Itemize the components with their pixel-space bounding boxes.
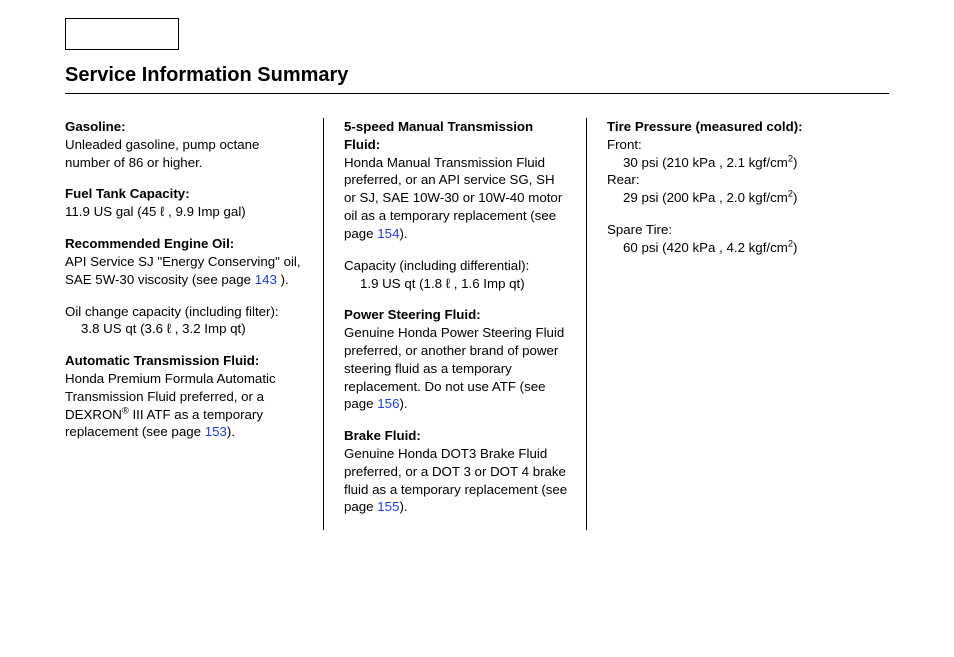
columns: Gasoline: Unleaded gasoline, pump octane… bbox=[65, 118, 889, 530]
psf-page-link[interactable]: 156 bbox=[377, 396, 399, 411]
atf-section: Automatic Transmission Fluid: Honda Prem… bbox=[65, 352, 301, 441]
page-title: Service Information Summary bbox=[65, 64, 889, 87]
mtf-section: 5-speed Manual Transmission Fluid: Honda… bbox=[344, 118, 568, 243]
spare-value: 60 psi (420 kPa , 4.2 kgf/cm2) bbox=[607, 240, 797, 255]
engine-oil-section: Recommended Engine Oil: API Service SJ "… bbox=[65, 235, 301, 288]
gasoline-section: Gasoline: Unleaded gasoline, pump octane… bbox=[65, 118, 301, 171]
column-1: Gasoline: Unleaded gasoline, pump octane… bbox=[65, 118, 323, 530]
close-paren: ) bbox=[793, 155, 797, 170]
tire-pressure-heading: Tire Pressure (measured cold): bbox=[607, 119, 803, 134]
rear-value-text: 29 psi (200 kPa , 2.0 kgf/cm bbox=[623, 190, 788, 205]
spare-value-text: 60 psi (420 kPa , 4.2 kgf/cm bbox=[623, 240, 788, 255]
rear-label: Rear: bbox=[607, 172, 640, 187]
brake-body-2: ). bbox=[399, 499, 407, 514]
mtf-capacity-value: 1.9 US qt (1.8 ℓ , 1.6 Imp qt) bbox=[344, 276, 525, 291]
mtf-page-link[interactable]: 154 bbox=[377, 226, 399, 241]
mtf-body-2: ). bbox=[399, 226, 407, 241]
spare-tire-section: Spare Tire: 60 psi (420 kPa , 4.2 kgf/cm… bbox=[607, 221, 867, 257]
rear-value: 29 psi (200 kPa , 2.0 kgf/cm2) bbox=[607, 190, 797, 205]
front-label: Front: bbox=[607, 137, 642, 152]
fuel-capacity-section: Fuel Tank Capacity: 11.9 US gal (45 ℓ , … bbox=[65, 185, 301, 221]
atf-body-3: ). bbox=[227, 424, 235, 439]
brake-heading: Brake Fluid: bbox=[344, 428, 421, 443]
fuel-capacity-value: 11.9 US gal (45 ℓ , 9.9 Imp gal) bbox=[65, 204, 246, 219]
column-2: 5-speed Manual Transmission Fluid: Honda… bbox=[323, 118, 587, 530]
close-paren: ) bbox=[793, 240, 797, 255]
oil-change-label: Oil change capacity (including filter): bbox=[65, 304, 279, 319]
document-page: Service Information Summary Gasoline: Un… bbox=[0, 0, 954, 657]
oil-change-section: Oil change capacity (including filter): … bbox=[65, 303, 301, 339]
fuel-capacity-heading: Fuel Tank Capacity: bbox=[65, 186, 190, 201]
title-divider bbox=[65, 93, 889, 94]
atf-page-link[interactable]: 153 bbox=[205, 424, 227, 439]
engine-oil-heading: Recommended Engine Oil: bbox=[65, 236, 234, 251]
engine-oil-body-end: ). bbox=[277, 272, 289, 287]
registered-symbol: ® bbox=[122, 405, 129, 415]
front-value: 30 psi (210 kPa , 2.1 kgf/cm2) bbox=[607, 155, 797, 170]
gasoline-body: Unleaded gasoline, pump octane number of… bbox=[65, 137, 259, 170]
psf-body-2: ). bbox=[399, 396, 407, 411]
psf-heading: Power Steering Fluid: bbox=[344, 307, 481, 322]
gasoline-heading: Gasoline: bbox=[65, 119, 126, 134]
spare-label: Spare Tire: bbox=[607, 222, 672, 237]
front-value-text: 30 psi (210 kPa , 2.1 kgf/cm bbox=[623, 155, 788, 170]
column-3: Tire Pressure (measured cold): Front: 30… bbox=[587, 118, 867, 530]
mtf-capacity-section: Capacity (including differential): 1.9 U… bbox=[344, 257, 568, 293]
oil-change-value: 3.8 US qt (3.6 ℓ , 3.2 Imp qt) bbox=[65, 321, 246, 336]
engine-oil-page-link[interactable]: 143 bbox=[255, 272, 277, 287]
brake-section: Brake Fluid: Genuine Honda DOT3 Brake Fl… bbox=[344, 427, 568, 516]
mtf-capacity-label: Capacity (including differential): bbox=[344, 258, 529, 273]
psf-section: Power Steering Fluid: Genuine Honda Powe… bbox=[344, 306, 568, 413]
atf-heading: Automatic Transmission Fluid: bbox=[65, 353, 259, 368]
header-box-placeholder bbox=[65, 18, 179, 50]
close-paren: ) bbox=[793, 190, 797, 205]
tire-pressure-section: Tire Pressure (measured cold): Front: 30… bbox=[607, 118, 867, 207]
mtf-heading: 5-speed Manual Transmission Fluid: bbox=[344, 119, 533, 152]
brake-page-link[interactable]: 155 bbox=[377, 499, 399, 514]
